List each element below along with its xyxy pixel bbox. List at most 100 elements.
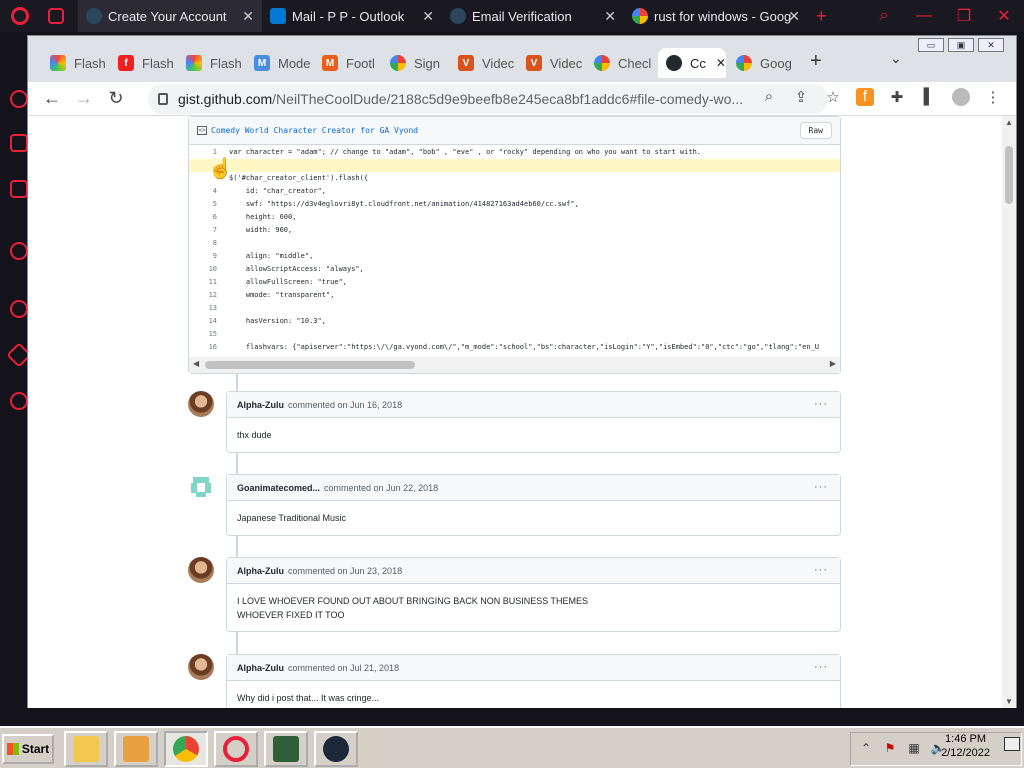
- zoom-search-icon[interactable]: ⌕: [760, 88, 778, 106]
- opera-tab-mail[interactable]: Mail - P P - Outlook ✕: [262, 0, 442, 32]
- network-icon[interactable]: ▦: [905, 741, 923, 757]
- avatar[interactable]: [188, 654, 214, 680]
- settings-gear-icon[interactable]: [10, 392, 28, 410]
- close-icon[interactable]: ✕: [422, 8, 434, 25]
- show-hidden-icons-chevron-icon[interactable]: ⌃: [857, 741, 875, 757]
- close-icon[interactable]: ✕: [242, 8, 254, 25]
- chrome-tab[interactable]: Goog: [728, 48, 798, 78]
- tab-label: Footl: [346, 55, 375, 71]
- taskbar-task-manager[interactable]: [264, 731, 308, 767]
- side-panel-icon[interactable]: ▌: [920, 88, 938, 106]
- bookmark-star-icon[interactable]: ☆: [824, 88, 842, 106]
- clock[interactable]: 1:46 PM 2/12/2022: [941, 732, 990, 760]
- back-arrow-icon[interactable]: ←: [36, 88, 68, 109]
- comment-author[interactable]: Alpha-Zulu: [237, 663, 284, 673]
- menu-dots-icon[interactable]: ⋮: [984, 88, 1002, 106]
- chrome-tab[interactable]: Flash: [42, 48, 112, 78]
- scroll-left-arrow-icon[interactable]: ◀: [193, 359, 199, 368]
- rainbow-flash-icon: [186, 55, 202, 71]
- history-icon[interactable]: [10, 300, 28, 318]
- gist-file-header: <> Comedy World Character Creator for GA…: [189, 117, 840, 145]
- chrome-tab[interactable]: V Videc: [450, 48, 520, 78]
- lock-icon: [158, 93, 168, 105]
- comment-header: Alpha-Zulu commented on Jul 21, 2018 ···: [227, 655, 840, 681]
- close-icon[interactable]: ✕: [716, 56, 726, 70]
- scroll-thumb[interactable]: [1005, 146, 1013, 204]
- comment-menu-dots-icon[interactable]: ···: [814, 481, 828, 493]
- taskbar-chrome[interactable]: [164, 731, 208, 767]
- tab-search-chevron-icon[interactable]: ⌄: [890, 50, 902, 67]
- extensions-puzzle-icon[interactable]: ✚: [888, 88, 906, 106]
- taskbar-opera[interactable]: [214, 731, 258, 767]
- chrome-tab[interactable]: M Footl: [314, 48, 384, 78]
- player-icon[interactable]: [10, 242, 28, 260]
- scroll-down-arrow-icon[interactable]: ▼: [1005, 697, 1013, 706]
- code-line: 9 align: "middle",: [212, 252, 314, 260]
- comment-author[interactable]: Alpha-Zulu: [237, 566, 284, 576]
- media-player-icon: [123, 736, 149, 762]
- taskbar-steam[interactable]: [314, 731, 358, 767]
- m-icon: M: [254, 55, 270, 71]
- search-icon[interactable]: ⌕: [864, 7, 904, 25]
- scroll-up-arrow-icon[interactable]: ▲: [1005, 118, 1013, 127]
- comment-menu-dots-icon[interactable]: ···: [814, 564, 828, 576]
- restore-icon[interactable]: ▣: [948, 38, 974, 52]
- taskbar-media-player[interactable]: [114, 731, 158, 767]
- close-icon[interactable]: ✕: [788, 8, 800, 25]
- raw-button[interactable]: Raw: [799, 122, 832, 139]
- comment-menu-dots-icon[interactable]: ···: [814, 398, 828, 410]
- flash-extension-icon[interactable]: f: [856, 88, 874, 106]
- chrome-tab[interactable]: M Mode: [246, 48, 316, 78]
- gist-filename-link[interactable]: Comedy World Character Creator for GA Vy…: [211, 126, 418, 135]
- chrome-window: ▭ ▣ ✕ Flash f Flash Flash M Mode M Footl Si…: [27, 35, 1017, 708]
- comment-meta[interactable]: commented on Jun 23, 2018: [288, 566, 402, 576]
- shopping-icon[interactable]: [10, 134, 28, 152]
- vertical-scrollbar[interactable]: ▲ ▼: [1002, 116, 1016, 708]
- minimize-icon[interactable]: —: [904, 7, 944, 25]
- horizontal-scrollbar[interactable]: ◀ ▶: [189, 357, 840, 373]
- reload-icon[interactable]: ↻: [100, 88, 132, 109]
- comment-meta[interactable]: commented on Jun 22, 2018: [324, 483, 438, 493]
- opera-tab-rust[interactable]: rust for windows - Goog ✕: [624, 0, 808, 32]
- security-alert-icon[interactable]: ⚑: [881, 741, 899, 757]
- close-window-icon[interactable]: ✕: [978, 38, 1004, 52]
- url-input[interactable]: gist.github.com/NeilTheCoolDude/2188c5d9…: [148, 84, 828, 114]
- scroll-right-arrow-icon[interactable]: ▶: [830, 359, 836, 368]
- identicon-avatar[interactable]: [188, 474, 214, 500]
- comment-meta[interactable]: commented on Jun 16, 2018: [288, 400, 402, 410]
- minimize-icon[interactable]: ▭: [918, 38, 944, 52]
- avatar[interactable]: [188, 391, 214, 417]
- chrome-tab-active-github[interactable]: Cc ✕: [658, 48, 726, 78]
- forward-arrow-icon[interactable]: →: [68, 88, 100, 109]
- close-window-icon[interactable]: ✕: [984, 6, 1024, 26]
- maximize-icon[interactable]: ❐: [944, 6, 984, 26]
- comment-meta[interactable]: commented on Jul 21, 2018: [288, 663, 399, 673]
- chrome-tab[interactable]: f Flash: [110, 48, 180, 78]
- chrome-tab[interactable]: V Videc: [518, 48, 588, 78]
- chrome-new-tab-button[interactable]: +: [810, 50, 822, 73]
- comment-author[interactable]: Goanimatecomed...: [237, 483, 320, 493]
- speed-dial-icon[interactable]: [10, 90, 28, 108]
- start-button[interactable]: Start: [2, 734, 54, 764]
- code-icon: <>: [197, 126, 207, 135]
- share-icon[interactable]: ⇪: [792, 88, 810, 106]
- opera-new-tab-button[interactable]: +: [808, 0, 838, 32]
- scroll-thumb[interactable]: [205, 361, 415, 369]
- opera-tab-email-verification[interactable]: Email Verification ✕: [442, 0, 624, 32]
- chrome-tab[interactable]: Checl: [586, 48, 656, 78]
- avatar[interactable]: [188, 557, 214, 583]
- gx-corner-icon[interactable]: [40, 0, 78, 32]
- close-icon[interactable]: ✕: [604, 8, 616, 25]
- comment-author[interactable]: Alpha-Zulu: [237, 400, 284, 410]
- chrome-tab[interactable]: Sign: [382, 48, 452, 78]
- chrome-tab[interactable]: Flash: [178, 48, 248, 78]
- google-icon: [594, 55, 610, 71]
- keyboard-layout-icon[interactable]: [1004, 737, 1020, 751]
- twitch-icon[interactable]: [10, 180, 28, 198]
- profile-avatar-icon[interactable]: [952, 88, 970, 106]
- taskbar-file-explorer[interactable]: [64, 731, 108, 767]
- google-icon: [390, 55, 406, 71]
- comment-menu-dots-icon[interactable]: ···: [814, 661, 828, 673]
- opera-tab-create-account[interactable]: Create Your Account ✕: [78, 0, 262, 32]
- opera-logo-icon[interactable]: [0, 0, 40, 32]
